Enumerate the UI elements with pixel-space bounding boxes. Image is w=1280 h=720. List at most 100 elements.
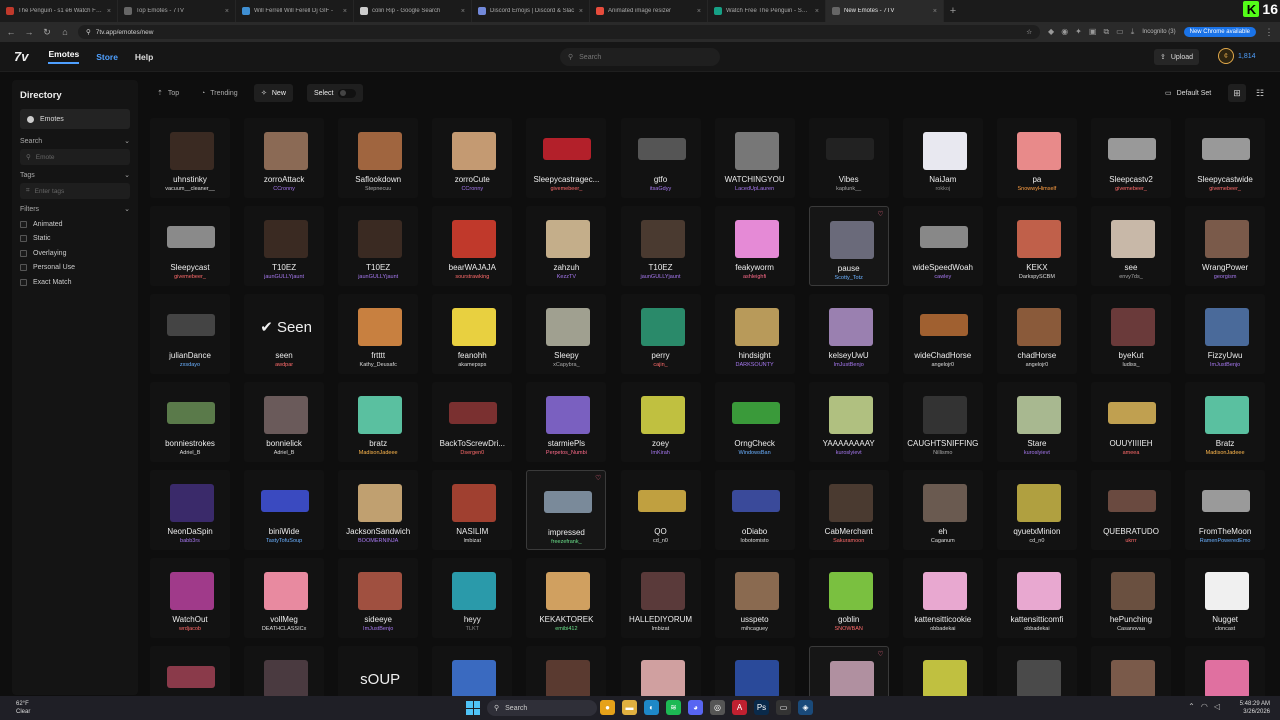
emote-card[interactable]: JacksonSandwich BOOMERNINJA xyxy=(338,470,419,550)
steam-icon[interactable]: ◈ xyxy=(798,700,813,715)
wifi-icon[interactable]: ◠ xyxy=(1201,702,1208,711)
emote-card[interactable]: bearWAJAJA sourstrawking xyxy=(432,206,513,286)
bookmark-star-icon[interactable]: ☆ xyxy=(1026,28,1032,36)
browser-tab[interactable]: Will Ferrell Will Ferell Dj GIF - × xyxy=(236,0,354,22)
grid-view-icon[interactable]: ⊞ xyxy=(1228,84,1246,102)
emote-card[interactable]: WatchOut wrdjacob xyxy=(150,558,230,638)
upload-button[interactable]: ⇪ Upload xyxy=(1154,49,1200,65)
close-tab-icon[interactable]: × xyxy=(815,8,819,15)
filter-trending-button[interactable]: ◔ Trending xyxy=(194,84,245,102)
emote-card[interactable]: NeonDaSpin babb3rs xyxy=(150,470,230,550)
url-omnibox[interactable]: ⚲ 7tv.app/emotes/new ☆ xyxy=(78,25,1041,39)
emote-owner[interactable]: Caganum xyxy=(903,538,983,544)
emote-card[interactable]: KEKAKTOREK emibi412 xyxy=(526,558,607,638)
emote-card[interactable]: T10EZ jaunGULLYjaunt xyxy=(244,206,325,286)
spotify-icon[interactable]: ≋ xyxy=(666,700,681,715)
emote-owner[interactable]: emibi412 xyxy=(526,626,606,632)
emote-owner[interactable]: obbadekai xyxy=(903,626,983,632)
extension-icon[interactable]: ✦ xyxy=(1075,27,1082,37)
emote-card[interactable]: WrangPower georgism xyxy=(1185,206,1266,286)
edge-icon[interactable]: ◐ xyxy=(644,700,659,715)
browser-tab[interactable]: Discord Emojis | Discord & Slac × xyxy=(472,0,590,22)
emote-card[interactable]: pa SnowwyHimself xyxy=(996,118,1077,198)
extension-icon[interactable]: ◉ xyxy=(1061,27,1068,37)
forward-arrow-icon[interactable]: → xyxy=(24,27,34,37)
heart-icon[interactable]: ♡ xyxy=(877,650,883,658)
emote-card[interactable]: wideChadHorse angelojr0 xyxy=(902,294,983,374)
emote-owner[interactable]: BOOMERNINJA xyxy=(338,538,418,544)
emote-card[interactable]: kattensitticomfi obbadekai xyxy=(996,558,1077,638)
emote-card[interactable]: T10EZ jaunGULLYjaunt xyxy=(338,206,419,286)
emote-card[interactable]: oDiabo lobotomisto xyxy=(714,470,795,550)
menu-dots-icon[interactable]: ⋮ xyxy=(1264,27,1274,38)
emote-card[interactable]: heyy TLKT xyxy=(432,558,513,638)
emote-owner[interactable]: givemebeer_ xyxy=(526,186,606,192)
emote-card[interactable]: WATCHINGYOU LacedUpLauren xyxy=(714,118,795,198)
emote-card[interactable]: sideeye ImJustBenjo xyxy=(338,558,419,638)
emote-owner[interactable]: lobotomisto xyxy=(715,538,795,544)
emote-card[interactable]: frtttt Kathy_Deusafc xyxy=(338,294,419,374)
default-set-button[interactable]: ▭ Default Set xyxy=(1158,84,1218,102)
emote-owner[interactable]: Sakuramoon xyxy=(809,538,889,544)
emote-card[interactable]: kelseyUwU ImJustBenjo xyxy=(808,294,889,374)
emote-card[interactable]: Stare kuroslyievt xyxy=(996,382,1077,462)
emote-card[interactable]: Vibes kaplunk__ xyxy=(808,118,889,198)
heart-icon[interactable]: ♡ xyxy=(877,210,883,218)
emote-owner[interactable]: lmKirah xyxy=(621,450,701,456)
emote-card[interactable]: FizzyUwu ImJustBenjo xyxy=(1185,294,1266,374)
emote-owner[interactable]: TastyTofuSoup xyxy=(244,538,324,544)
emote-card[interactable]: Sleepy xCapybra_ xyxy=(526,294,607,374)
emote-owner[interactable]: TLKT xyxy=(432,626,512,632)
heart-icon[interactable]: ♡ xyxy=(595,474,601,482)
emote-search-input[interactable]: ⚲ Emote xyxy=(20,149,130,165)
emote-card[interactable]: ♡ pause Scotty_Totz xyxy=(808,206,889,286)
emote-card[interactable]: zorroCute CCronny xyxy=(432,118,513,198)
emote-card[interactable]: OUUYIIIIEH ameea xyxy=(1091,382,1171,462)
emote-card[interactable]: CabMerchant Sakuramoon xyxy=(808,470,889,550)
emote-owner[interactable]: jaunGULLYjaunt xyxy=(338,274,418,280)
emote-card[interactable]: QO cd_n0 xyxy=(620,470,701,550)
emote-owner[interactable]: cawley xyxy=(903,274,983,280)
emote-card[interactable]: perry cajin_ xyxy=(620,294,701,374)
reload-icon[interactable]: ↻ xyxy=(42,27,52,38)
emote-card[interactable]: see envy7ds_ xyxy=(1091,206,1171,286)
browser-tab[interactable]: Animated image resizer × xyxy=(590,0,708,22)
emote-owner[interactable]: ImJustBenjo xyxy=(1185,362,1265,368)
emote-card[interactable]: OrngCheck WindowsBan xyxy=(714,382,795,462)
emote-card[interactable]: chadHorse angelojr0 xyxy=(996,294,1077,374)
emote-owner[interactable]: awdpar xyxy=(244,362,324,368)
select-toggle[interactable]: Select xyxy=(307,84,364,102)
close-tab-icon[interactable]: × xyxy=(343,8,347,15)
chrome-icon[interactable]: ● xyxy=(600,700,615,715)
emote-owner[interactable]: cloncast xyxy=(1185,626,1265,632)
emote-owner[interactable]: freezefrank_ xyxy=(527,539,605,545)
filter-checkbox[interactable] xyxy=(20,264,27,272)
emote-card[interactable]: bonniestrokes Adriel_B xyxy=(150,382,230,462)
filter-checkbox[interactable] xyxy=(20,278,27,286)
emote-owner[interactable]: CCronny xyxy=(244,186,324,192)
emote-card[interactable]: Sleepycast givemebeer_ xyxy=(150,206,230,286)
emote-card[interactable]: wideSpeedWoah cawley xyxy=(902,206,983,286)
site-info-icon[interactable]: ⚲ xyxy=(86,28,91,36)
emote-owner[interactable]: georgism xyxy=(1185,274,1265,280)
emote-owner[interactable]: cajin_ xyxy=(621,362,701,368)
emote-owner[interactable]: angelojr0 xyxy=(903,362,983,368)
emote-owner[interactable]: xCapybra_ xyxy=(526,362,606,368)
filter-option[interactable]: Exact Match xyxy=(20,275,130,290)
emote-card[interactable]: BackToScrewDri... Dsergen0 xyxy=(432,382,513,462)
new-chrome-button[interactable]: New Chrome available xyxy=(1183,27,1256,37)
photoshop-icon[interactable]: Ps xyxy=(754,700,769,715)
list-view-icon[interactable]: ☷ xyxy=(1251,84,1269,102)
emote-card[interactable]: FromTheMoon RamenPoweredEmo xyxy=(1185,470,1266,550)
emote-owner[interactable]: obbadekai xyxy=(997,626,1077,632)
tags-input[interactable]: ⌗ Enter tags xyxy=(20,183,130,199)
home-icon[interactable]: ⌂ xyxy=(60,27,70,37)
emote-owner[interactable]: ImJustBenjo xyxy=(338,626,418,632)
extension-icon[interactable]: ◆ xyxy=(1048,27,1054,37)
emote-owner[interactable]: sourstrawking xyxy=(432,274,512,280)
emote-card[interactable]: bratz MadisonJadeee xyxy=(338,382,419,462)
emote-card[interactable]: Bratz MadisonJadeee xyxy=(1185,382,1266,462)
site-search-input[interactable]: ⚲ Search xyxy=(560,48,720,66)
nav-help[interactable]: Help xyxy=(135,52,153,62)
taskbar-search[interactable]: ⚲ Search xyxy=(487,700,597,716)
